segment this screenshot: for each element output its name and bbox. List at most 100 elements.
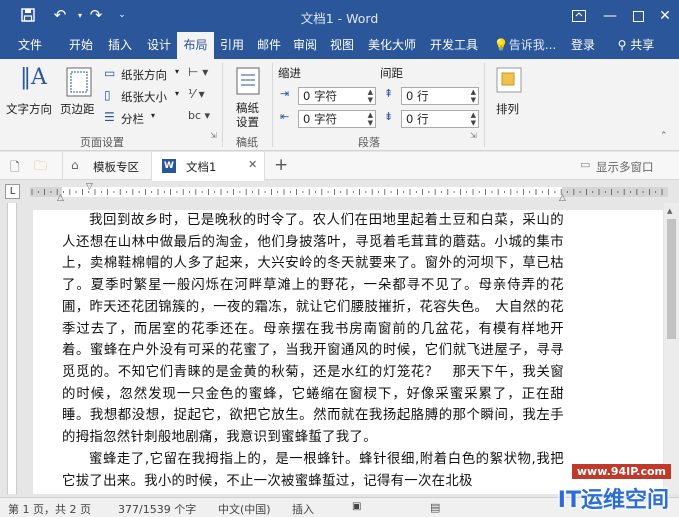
ribbon-display-options-icon[interactable] <box>564 0 594 32</box>
tell-me-label: 告诉我... <box>508 38 557 52</box>
tab-review[interactable]: 审阅 <box>288 32 322 59</box>
close-tab-icon[interactable]: ✕ <box>248 158 257 171</box>
ribbon-tab-bar: 文件 开始 插入 设计 布局 引用 邮件 审阅 视图 美化大师 开发工具 💡告诉… <box>0 32 679 60</box>
spacing-after-input[interactable]: 0 行 ▲ ▼ <box>401 110 479 128</box>
ribbon-layout-panel: ‖A 文字方向 页边距 ▭ 纸张方向 ▾ ▯ 纸张大小 ▾ ☰ 分栏 ▾ ⊢ ▾… <box>0 59 679 151</box>
word-doc-icon: W <box>162 159 176 173</box>
margins-label: 页边距 <box>60 102 95 116</box>
share-label: 共享 <box>630 38 655 52</box>
chevron-down-icon: ▾ <box>175 67 180 76</box>
document-page[interactable]: 我回到故乡时，已是晚秋的时令了。农人们在田地里起着土豆和白菜，采山的人还想在山林… <box>33 210 663 494</box>
vertical-scrollbar[interactable]: ▲ <box>664 203 679 494</box>
document-tab-bar: 🗋 🗀 ⌂ 模板专区 W 文档1 ✕ + ▭ 显示多窗口 <box>0 152 679 181</box>
sign-in-link[interactable]: 登录 <box>565 32 601 59</box>
show-windows-label: 显示多窗口 <box>596 160 654 174</box>
hyphenation-icon[interactable]: bc ▾ <box>188 109 210 122</box>
group-separator <box>484 63 485 147</box>
tab-insert[interactable]: 插入 <box>101 32 139 59</box>
orientation-label: 纸张方向 <box>121 68 167 82</box>
horizontal-ruler[interactable]: L ▽ △ △ <box>0 181 679 203</box>
vertical-ruler <box>0 203 24 494</box>
text-direction-button[interactable]: ‖A 文字方向 <box>6 63 58 127</box>
text-direction-label: 文字方向 <box>6 102 52 116</box>
spacing-before-value: 0 行 <box>406 89 429 103</box>
scroll-up-icon[interactable]: ▲ <box>667 207 672 215</box>
doc-tab-document1[interactable]: W 文档1 ✕ <box>152 152 265 181</box>
orientation-button[interactable]: ▭ 纸张方向 ▾ <box>104 65 184 83</box>
collapse-ribbon-icon[interactable]: ⌃ <box>660 131 668 141</box>
person-icon: ⚲ <box>617 38 627 52</box>
windows-icon: ▭ <box>580 158 591 171</box>
close-icon[interactable]: ✕ <box>650 0 679 32</box>
group-separator <box>272 63 273 147</box>
orientation-icon: ▭ <box>104 66 116 80</box>
tab-beautify-master[interactable]: 美化大师 <box>362 32 422 59</box>
right-indent-marker[interactable]: △ <box>559 193 566 203</box>
tab-mailings[interactable]: 邮件 <box>252 32 286 59</box>
insert-mode-status[interactable]: 插入 <box>292 501 314 517</box>
arrange-icon <box>496 67 522 93</box>
tab-design[interactable]: 设计 <box>140 32 178 59</box>
spinner-icon[interactable]: ▲ ▼ <box>368 111 373 127</box>
manuscript-label: 稿纸 设置 <box>236 101 259 129</box>
watermark-url: www.94IP.com <box>571 464 671 479</box>
tell-me-box[interactable]: 💡告诉我... <box>490 32 560 59</box>
chevron-down-icon: ▾ <box>175 89 180 98</box>
tab-references[interactable]: 引用 <box>215 32 249 59</box>
new-document-icon[interactable]: 🗋 <box>10 158 20 179</box>
tab-developer[interactable]: 开发工具 <box>424 32 484 59</box>
share-button[interactable]: ⚲ 共享 <box>606 32 666 59</box>
spinner-icon[interactable]: ▲ ▼ <box>471 88 476 104</box>
margins-button[interactable]: 页边距 <box>60 63 102 127</box>
spinner-icon[interactable]: ▲ ▼ <box>471 111 476 127</box>
doc-tab-templates-label: 模板专区 <box>93 160 139 174</box>
maximize-icon[interactable] <box>623 0 653 32</box>
tab-layout[interactable]: 布局 <box>177 32 214 60</box>
text-direction-icon: ‖A <box>20 65 47 90</box>
lightbulb-icon: 💡 <box>493 38 509 52</box>
spacing-label: 间距 <box>380 66 403 80</box>
spinner-icon[interactable]: ▲ ▼ <box>368 88 373 104</box>
doc-tab-templates[interactable]: ⌂ 模板专区 <box>62 152 152 180</box>
minimize-icon[interactable]: — <box>595 0 625 32</box>
folder-icon[interactable]: 🗀 <box>34 157 47 179</box>
paper-size-icon: ▯ <box>104 88 111 102</box>
indent-left-icon: ⇥ <box>280 87 290 100</box>
home-icon: ⌂ <box>71 158 79 172</box>
spacing-before-input[interactable]: 0 行 ▲ ▼ <box>401 87 479 105</box>
tab-home[interactable]: 开始 <box>62 32 100 59</box>
tab-selector-icon[interactable]: L <box>5 184 20 199</box>
print-layout-icon[interactable]: ▤ <box>430 501 440 514</box>
line-numbers-icon[interactable]: ⅟ ▾ <box>188 87 205 101</box>
spacing-after-icon: ⇟ <box>384 110 394 123</box>
manuscript-icon <box>236 67 260 95</box>
columns-icon: ☰ <box>104 110 115 124</box>
indent-right-icon: ⇤ <box>280 110 290 123</box>
page-count-status[interactable]: 第 1 页，共 2 页 <box>8 501 91 517</box>
body-paragraph-1[interactable]: 我回到故乡时，已是晚秋的时令了。农人们在田地里起着土豆和白菜，采山的人还想在山林… <box>62 210 564 449</box>
tab-file[interactable]: 文件 <box>8 32 52 59</box>
left-indent-marker[interactable]: △ <box>57 193 64 203</box>
columns-button[interactable]: ☰ 分栏 ▾ <box>104 109 184 127</box>
size-button[interactable]: ▯ 纸张大小 ▾ <box>104 87 184 105</box>
breaks-icon[interactable]: ⊢ ▾ <box>188 65 208 79</box>
margins-icon <box>66 67 92 97</box>
word-count-status[interactable]: 377/1539 个字 <box>118 501 196 517</box>
indent-left-input[interactable]: 0 字符 ▲ ▼ <box>298 87 376 105</box>
first-line-indent-marker[interactable]: ▽ <box>86 182 93 192</box>
language-status[interactable]: 中文(中国) <box>218 501 271 517</box>
scroll-thumb[interactable] <box>667 219 676 339</box>
page-setup-group-label: 页面设置 <box>80 136 124 149</box>
manuscript-settings-button[interactable]: 稿纸 设置 <box>228 63 268 129</box>
dialog-launcher-icon[interactable]: ⇲ <box>470 131 477 140</box>
show-multiple-windows-button[interactable]: ▭ 显示多窗口 <box>572 152 672 180</box>
arrange-button[interactable]: 排列 <box>490 63 528 127</box>
body-paragraph-2[interactable]: 蜜蜂走了,它留在我拇指上的，是一根蜂针。蜂针很细,附着白色的絮状物,我把它拔了出… <box>62 449 564 492</box>
columns-label: 分栏 <box>121 112 144 126</box>
dialog-launcher-icon[interactable]: ⇲ <box>210 131 217 140</box>
manuscript-group-label: 稿纸 <box>236 136 258 149</box>
macro-record-icon[interactable]: ▣ <box>352 501 361 512</box>
tab-view[interactable]: 视图 <box>325 32 359 59</box>
indent-right-input[interactable]: 0 字符 ▲ ▼ <box>298 110 376 128</box>
new-tab-icon[interactable]: + <box>274 155 288 175</box>
